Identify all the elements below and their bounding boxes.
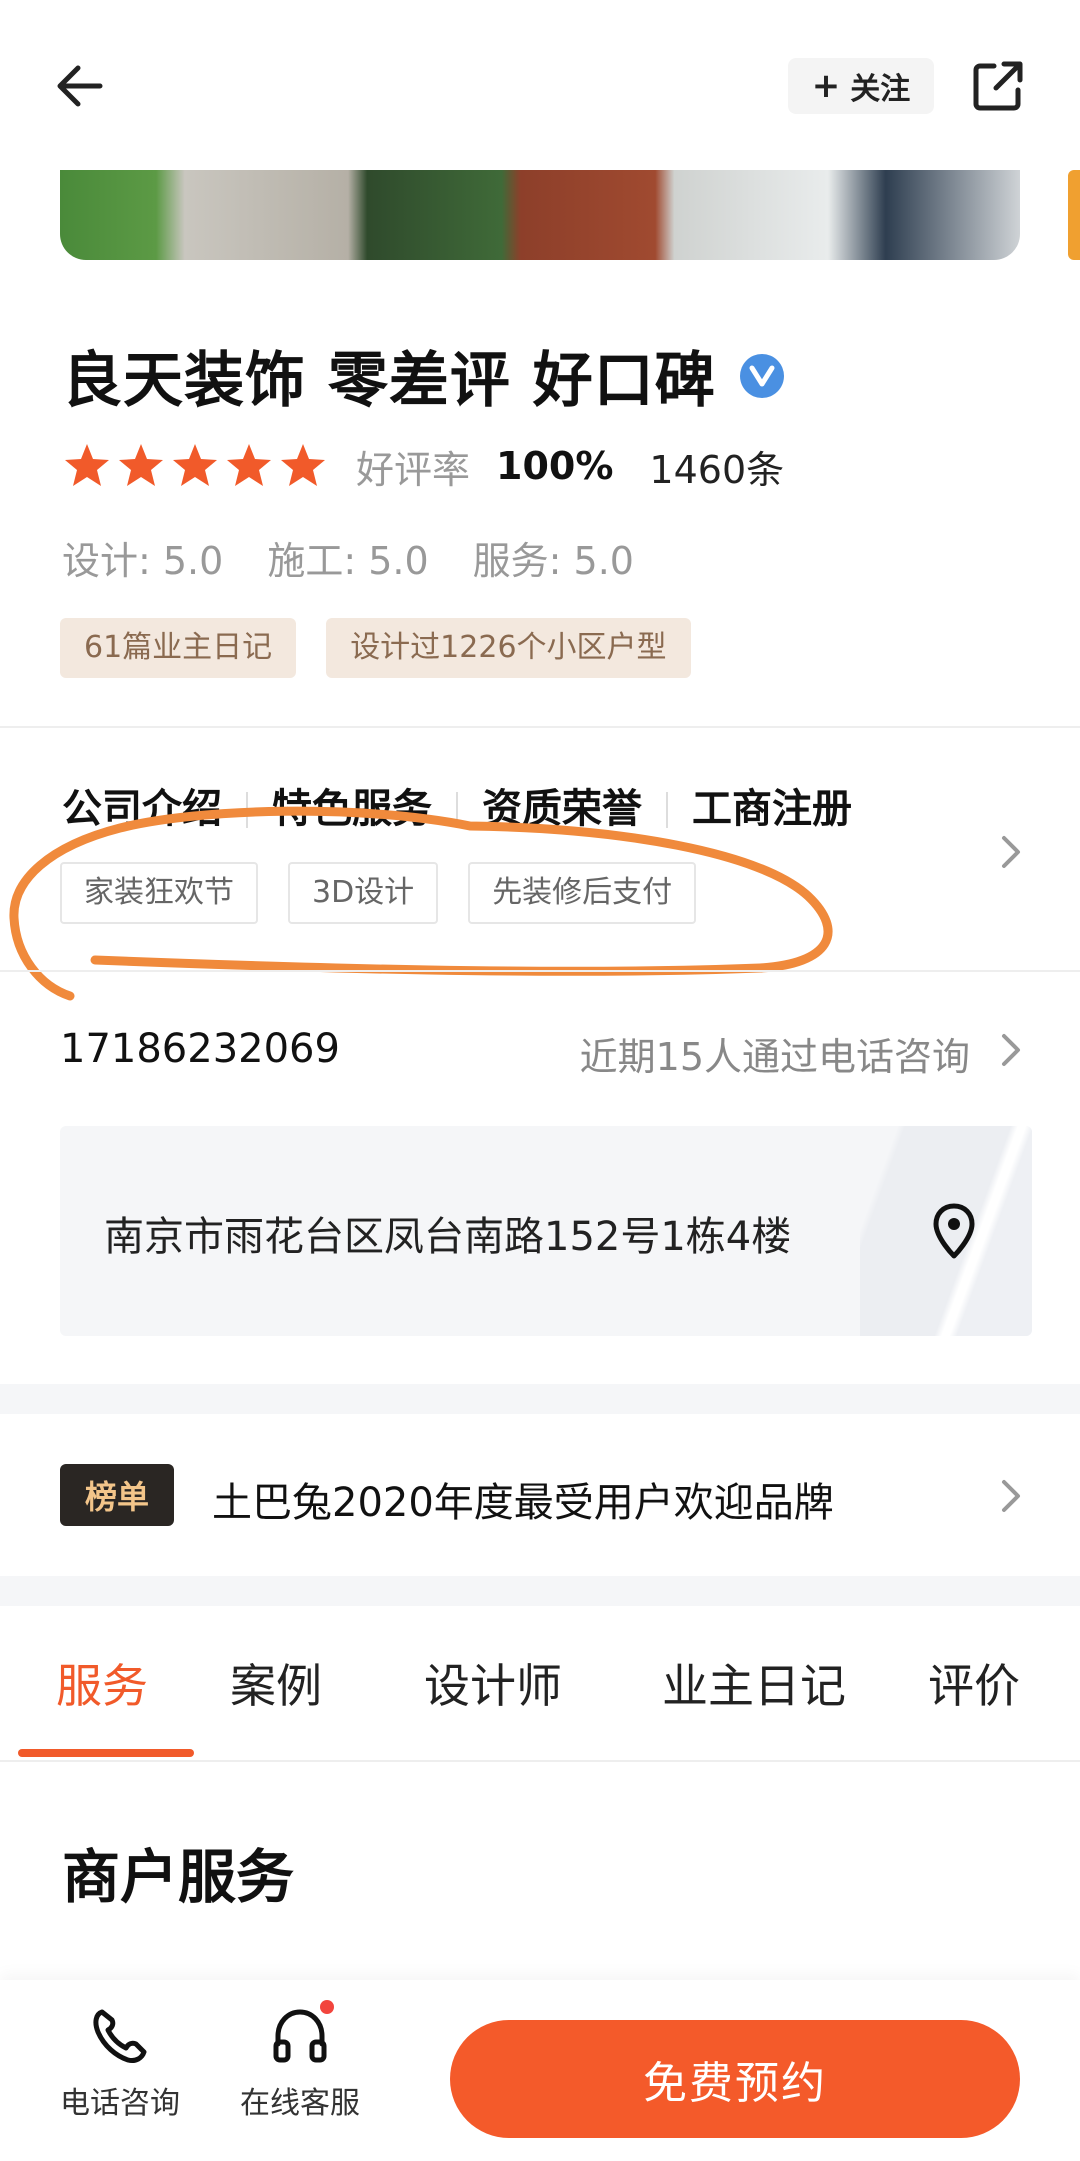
tab-business-registration[interactable]: 工商注册 bbox=[692, 784, 852, 834]
highlight-tags: 61篇业主日记 设计过1226个小区户型 bbox=[60, 618, 691, 678]
service-tag: 先装修后支付 bbox=[468, 862, 697, 924]
tab-services[interactable]: 服务 bbox=[56, 1650, 148, 1716]
address-card[interactable]: 南京市雨花台区凤台南路152号1栋4楼 bbox=[60, 1126, 1032, 1336]
chevron-right-icon[interactable] bbox=[996, 1476, 1026, 1516]
ranking-badge: 榜单 bbox=[60, 1464, 174, 1526]
follow-button[interactable]: + 关注 bbox=[788, 58, 934, 114]
star-icon bbox=[281, 444, 325, 486]
positive-rate-value: 100% bbox=[496, 444, 614, 488]
tab-reviews[interactable]: 评价 bbox=[928, 1650, 1020, 1716]
online-service-button[interactable]: 在线客服 bbox=[220, 2000, 380, 2122]
section-divider bbox=[0, 1384, 1080, 1414]
rating-stars bbox=[62, 441, 328, 491]
tab-separator bbox=[246, 792, 248, 828]
verified-badge-icon bbox=[739, 353, 784, 398]
share-icon[interactable] bbox=[970, 58, 1026, 114]
tab-owner-diary[interactable]: 业主日记 bbox=[662, 1650, 846, 1716]
plus-icon: + bbox=[811, 66, 841, 106]
divider bbox=[0, 970, 1080, 972]
tab-qualifications[interactable]: 资质荣誉 bbox=[482, 784, 642, 834]
next-banner-image bbox=[1068, 170, 1080, 260]
active-tab-indicator bbox=[18, 1749, 194, 1757]
top-bar: + 关注 bbox=[0, 0, 1080, 170]
phone-icon bbox=[88, 2004, 152, 2068]
location-pin-icon[interactable] bbox=[930, 1202, 978, 1260]
company-info-tabs: 公司介绍 特色服务 资质荣誉 工商注册 bbox=[62, 784, 852, 834]
positive-rate-label: 好评率 bbox=[356, 447, 471, 492]
service-tag: 家装狂欢节 bbox=[60, 862, 258, 924]
star-icon bbox=[119, 444, 163, 486]
phone-consult-button[interactable]: 电话咨询 bbox=[40, 2004, 200, 2122]
tab-separator bbox=[666, 792, 668, 828]
online-service-label: 在线客服 bbox=[240, 2086, 360, 2121]
star-icon bbox=[65, 444, 109, 486]
tab-separator bbox=[456, 792, 458, 828]
phone-consult-text[interactable]: 近期15人通过电话咨询 bbox=[580, 1026, 970, 1081]
address-text: 南京市雨花台区凤台南路152号1栋4楼 bbox=[104, 1214, 792, 1260]
section-tabs: 服务 案例 设计师 业主日记 评价 bbox=[0, 1650, 1080, 1750]
follow-label: 关注 bbox=[850, 72, 911, 107]
free-reservation-button[interactable]: 免费预约 bbox=[450, 2020, 1020, 2138]
divider bbox=[0, 1760, 1080, 1762]
design-score: 设计: 5.0 bbox=[62, 539, 224, 583]
back-arrow-icon[interactable] bbox=[52, 56, 112, 116]
service-score: 服务: 5.0 bbox=[472, 539, 634, 583]
tab-designers[interactable]: 设计师 bbox=[424, 1650, 562, 1716]
star-icon bbox=[227, 444, 271, 486]
ranking-text[interactable]: 土巴兔2020年度最受用户欢迎品牌 bbox=[212, 1470, 834, 1528]
company-name: 良天装饰 零差评 好口碑 bbox=[62, 332, 784, 419]
headset-icon bbox=[268, 2000, 334, 2068]
score-row: 设计: 5.0 施工: 5.0 服务: 5.0 bbox=[62, 530, 634, 585]
service-tags: 家装狂欢节 3D设计 先装修后支付 bbox=[60, 862, 697, 924]
community-design-tag[interactable]: 设计过1226个小区户型 bbox=[326, 618, 691, 678]
review-count: 1460条 bbox=[649, 447, 785, 492]
rating-row: 好评率 100% 1460条 bbox=[62, 440, 784, 492]
section-divider bbox=[0, 1576, 1080, 1606]
section-title: 商户服务 bbox=[62, 1843, 295, 1911]
star-icon bbox=[173, 444, 217, 486]
company-name-text: 良天装饰 零差评 好口碑 bbox=[62, 346, 716, 416]
phone-number[interactable]: 17186232069 bbox=[60, 1026, 340, 1072]
owner-diary-tag[interactable]: 61篇业主日记 bbox=[60, 618, 297, 678]
phone-consult-label: 电话咨询 bbox=[60, 2086, 180, 2121]
chevron-right-icon[interactable] bbox=[996, 1030, 1026, 1070]
chevron-right-icon[interactable] bbox=[996, 832, 1026, 872]
notification-dot bbox=[320, 2000, 334, 2014]
divider bbox=[0, 726, 1080, 728]
construction-score: 施工: 5.0 bbox=[267, 539, 429, 583]
tab-featured-services[interactable]: 特色服务 bbox=[272, 784, 432, 834]
tab-cases[interactable]: 案例 bbox=[230, 1650, 322, 1716]
service-tag: 3D设计 bbox=[288, 862, 439, 924]
tab-company-intro[interactable]: 公司介绍 bbox=[62, 784, 222, 834]
company-banner-image[interactable] bbox=[60, 170, 1020, 260]
bottom-action-bar: 电话咨询 在线客服 免费预约 bbox=[0, 1980, 1080, 2161]
